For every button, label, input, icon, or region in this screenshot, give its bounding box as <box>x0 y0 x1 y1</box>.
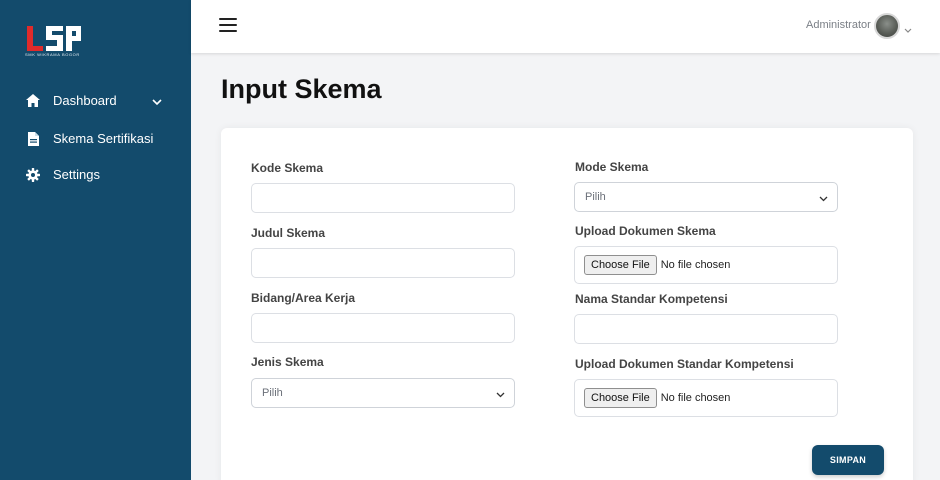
file-icon <box>26 131 40 146</box>
topbar: Administrator <box>191 0 940 53</box>
chevron-down-icon <box>819 193 828 205</box>
upload-skema-label: Upload Dokumen Skema <box>575 224 716 238</box>
nama-standar-label: Nama Standar Kompetensi <box>575 292 728 306</box>
bidang-input[interactable] <box>251 313 515 343</box>
upload-standar-label: Upload Dokumen Standar Kompetensi <box>575 357 794 371</box>
simpan-button[interactable]: SIMPAN <box>812 445 884 475</box>
page-title: Input Skema <box>221 74 382 104</box>
mode-skema-selected: Pilih <box>585 191 606 203</box>
jenis-skema-label: Jenis Skema <box>251 355 324 369</box>
home-icon <box>26 94 40 108</box>
jenis-skema-select[interactable]: Pilih <box>251 378 515 408</box>
upload-skema-field: Choose File No file chosen <box>574 246 838 284</box>
chevron-down-icon <box>496 389 505 401</box>
sidebar-item-skema-sertifikasi[interactable]: Skema Sertifikasi <box>26 131 153 146</box>
sidebar-item-label: Settings <box>53 167 100 182</box>
logo-subtitle: SMK WIKRAMA BOGOR <box>25 52 80 57</box>
judul-skema-label: Judul Skema <box>251 226 326 240</box>
avatar[interactable] <box>874 13 900 39</box>
kode-skema-label: Kode Skema <box>251 161 324 175</box>
judul-skema-input[interactable] <box>251 248 515 278</box>
upload-standar-field: Choose File No file chosen <box>574 379 838 417</box>
file-status: No file chosen <box>660 259 731 271</box>
sidebar-item-label: Dashboard <box>53 93 117 108</box>
chevron-down-icon[interactable] <box>152 94 162 109</box>
mode-skema-select[interactable]: Pilih <box>574 182 838 212</box>
nama-standar-input[interactable] <box>574 314 838 344</box>
sidebar-item-label: Skema Sertifikasi <box>53 131 154 146</box>
menu-toggle-icon[interactable] <box>219 18 237 33</box>
sidebar-item-dashboard[interactable]: Dashboard <box>26 93 162 108</box>
choose-file-button[interactable]: Choose File <box>584 255 657 275</box>
chevron-down-icon[interactable] <box>904 21 912 39</box>
mode-skema-label: Mode Skema <box>575 160 649 174</box>
gear-icon <box>26 167 40 182</box>
bidang-label: Bidang/Area Kerja <box>251 291 356 305</box>
sidebar-item-settings[interactable]: Settings <box>26 167 100 182</box>
user-name[interactable]: Administrator <box>806 19 871 31</box>
kode-skema-input[interactable] <box>251 183 515 213</box>
file-status: No file chosen <box>660 392 731 404</box>
sidebar: SMK WIKRAMA BOGOR Dashboard Skema Sertif… <box>0 0 191 480</box>
choose-file-button[interactable]: Choose File <box>584 388 657 408</box>
jenis-skema-selected: Pilih <box>262 387 283 399</box>
